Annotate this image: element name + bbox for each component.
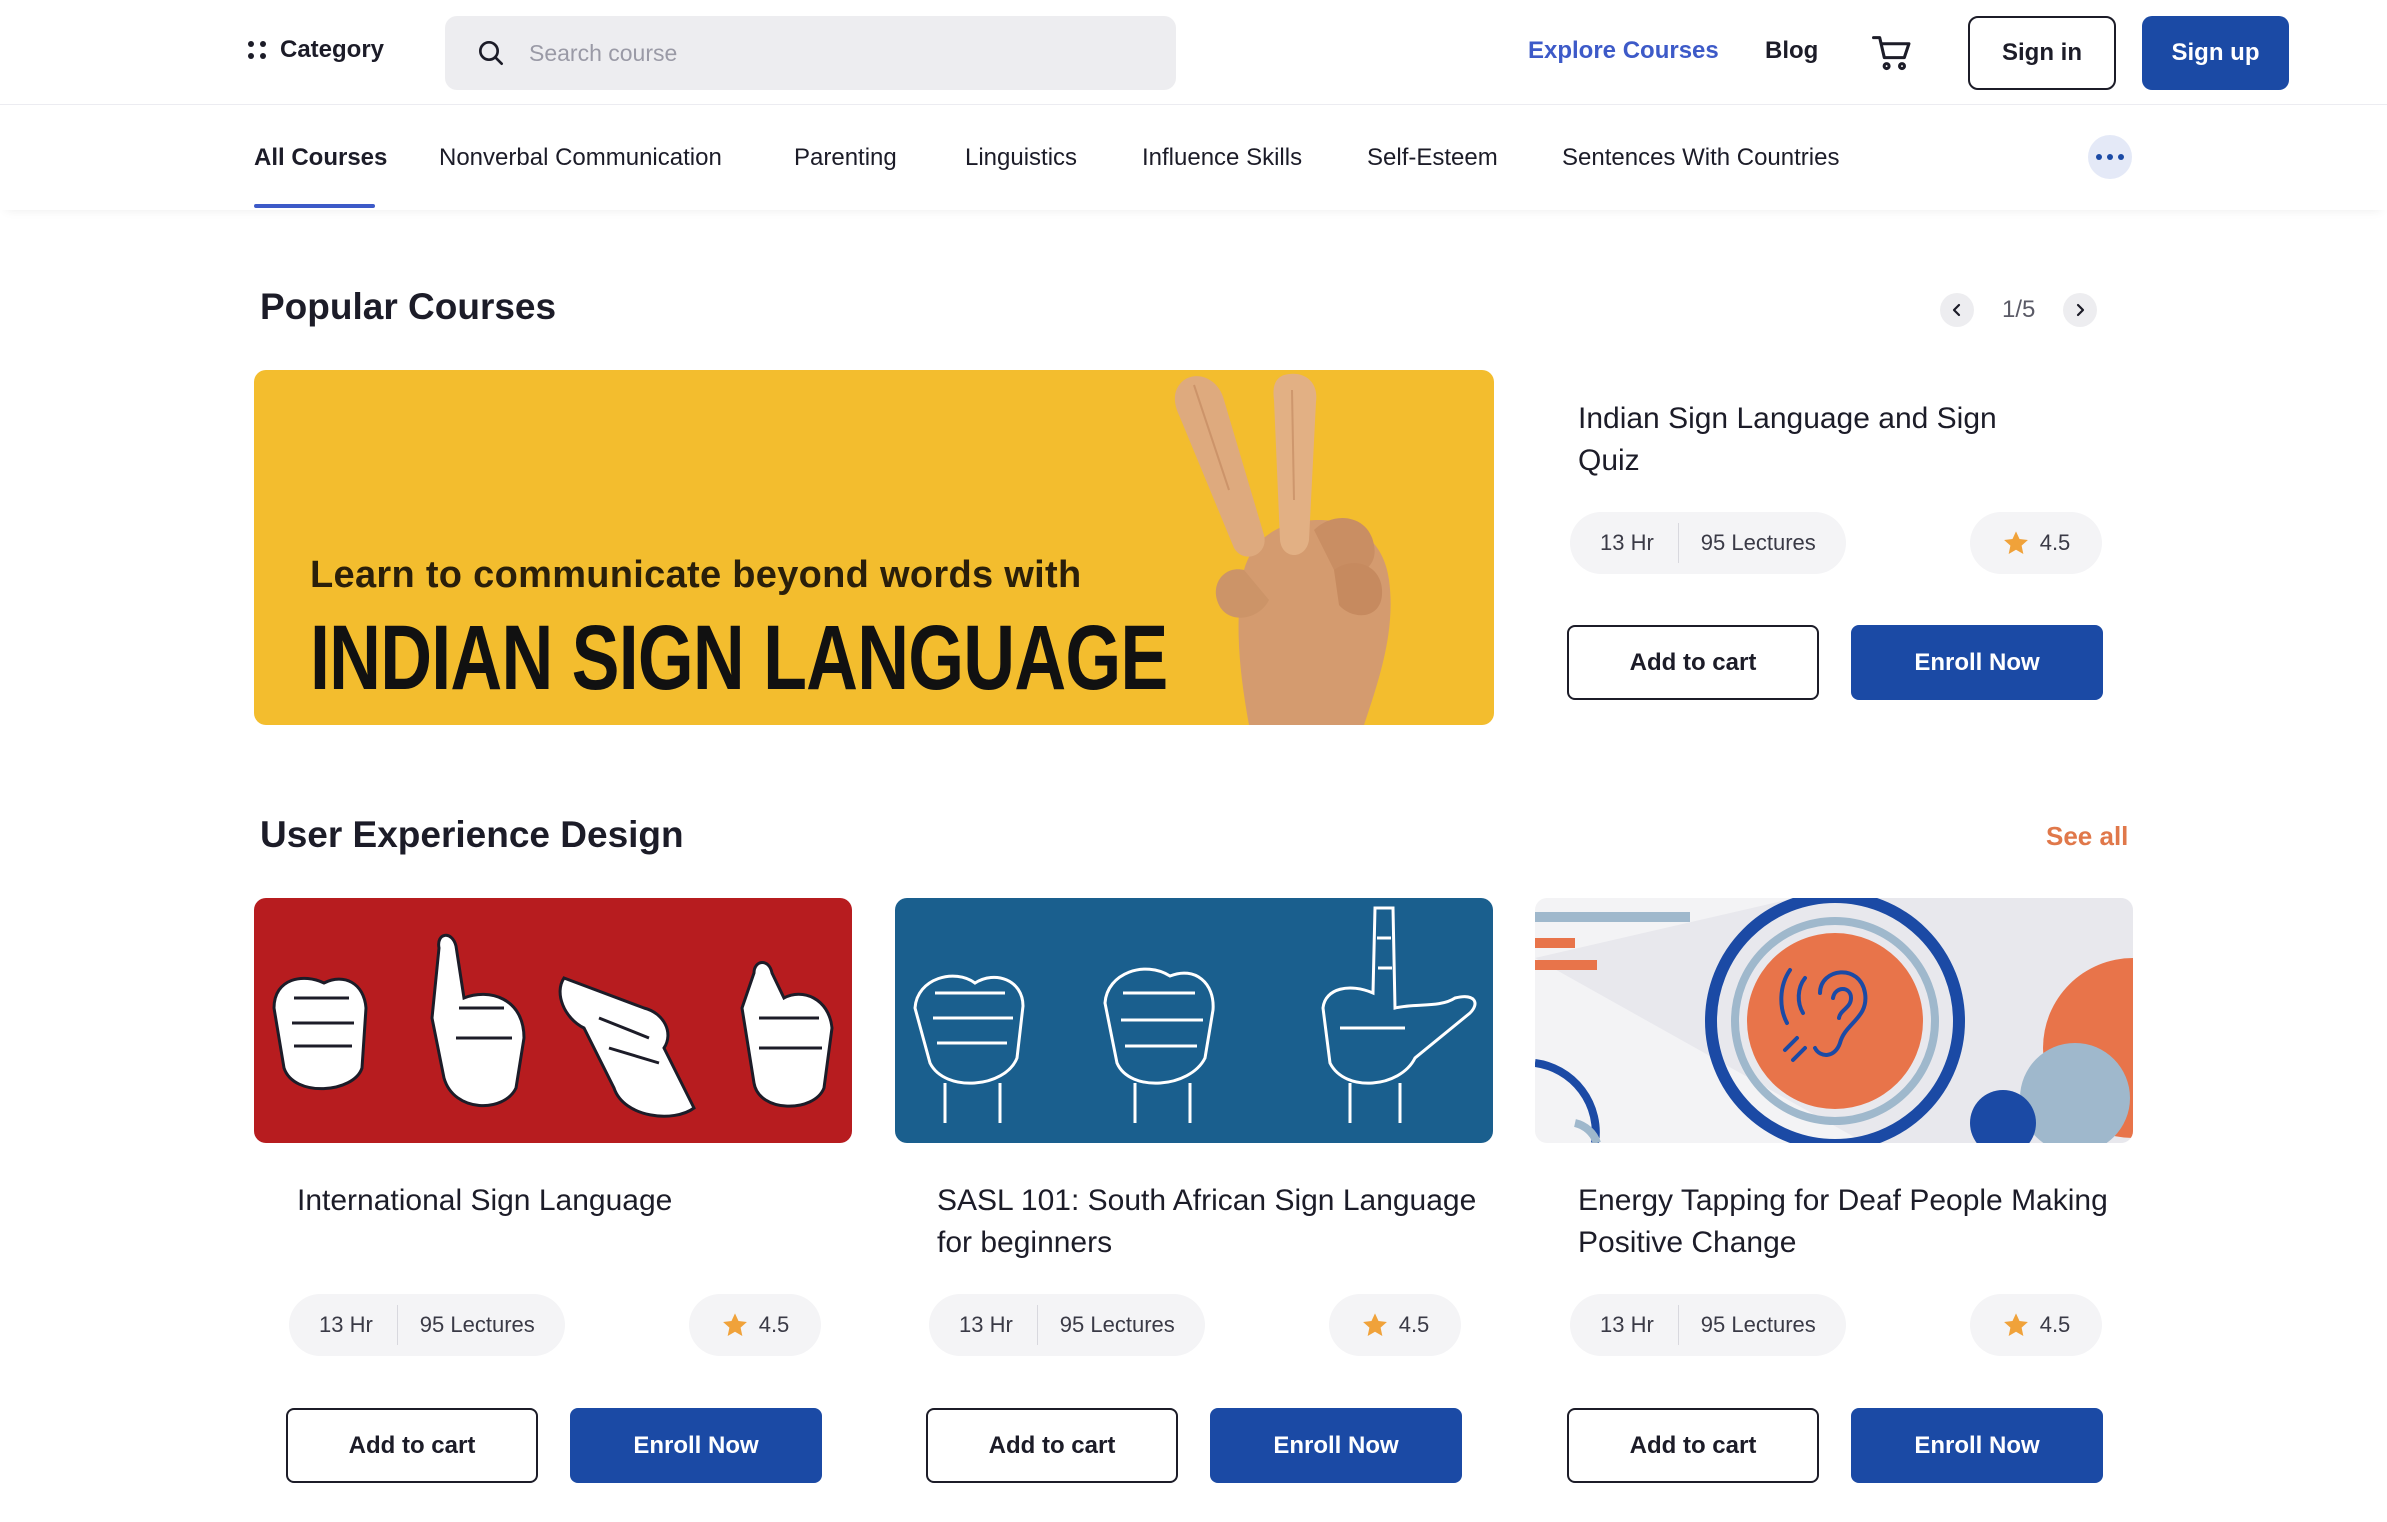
- star-icon: [722, 1313, 747, 1336]
- rating-value: 4.5: [1398, 1312, 1430, 1337]
- category-menu[interactable]: Category: [248, 36, 384, 64]
- enroll-now-button[interactable]: Enroll Now: [570, 1408, 822, 1483]
- enroll-now-button[interactable]: Enroll Now: [1851, 625, 2103, 700]
- tab-sentences-with-countries[interactable]: Sentences With Countries: [1562, 144, 1839, 172]
- course-thumbnail[interactable]: [895, 898, 1493, 1143]
- course-rating: 4.5: [1329, 1294, 1461, 1356]
- star-icon: [1362, 1313, 1387, 1336]
- blog-link[interactable]: Blog: [1765, 37, 1818, 65]
- ux-section-title: User Experience Design: [260, 814, 684, 855]
- course-meta: 13 Hr 95 Lectures: [289, 1294, 565, 1356]
- carousel-pager: 1/5: [1940, 293, 2098, 327]
- explore-courses-link[interactable]: Explore Courses: [1528, 37, 1719, 65]
- rating-value: 4.5: [758, 1312, 790, 1337]
- course-meta: 13 Hr 95 Lectures: [1570, 1294, 1846, 1356]
- course-lectures: 95 Lectures: [419, 1312, 535, 1337]
- course-title[interactable]: International Sign Language: [297, 1180, 857, 1222]
- sign-in-button[interactable]: Sign in: [1968, 16, 2116, 90]
- course-lectures: 95 Lectures: [1700, 530, 1816, 555]
- chevron-left-icon: [1952, 303, 1961, 317]
- course-title[interactable]: Energy Tapping for Deaf People Making Po…: [1578, 1180, 2138, 1264]
- grid-dots-icon: [248, 41, 266, 59]
- cart-icon[interactable]: [1872, 34, 1912, 72]
- hand-sign-image: [1174, 373, 1391, 725]
- course-rating: 4.5: [1970, 1294, 2102, 1356]
- popular-courses-title: Popular Courses: [260, 286, 557, 327]
- banner-tagline: Learn to communicate beyond words with: [310, 554, 1082, 596]
- enroll-now-button[interactable]: Enroll Now: [1851, 1408, 2103, 1483]
- course-title[interactable]: SASL 101: South African Sign Language fo…: [937, 1180, 1497, 1264]
- star-icon: [2003, 1313, 2028, 1336]
- rating-value: 4.5: [2039, 1312, 2071, 1337]
- more-dots-icon: [2096, 154, 2102, 160]
- hand-signs-image: [895, 898, 1493, 1143]
- rating-value: 4.5: [2039, 530, 2071, 555]
- course-lectures: 95 Lectures: [1059, 1312, 1175, 1337]
- course-meta: 13 Hr 95 Lectures: [1570, 512, 1846, 574]
- course-hours: 13 Hr: [1570, 523, 1679, 563]
- course-thumbnail[interactable]: [254, 898, 852, 1143]
- search-bar[interactable]: [445, 16, 1176, 90]
- tab-influence-skills[interactable]: Influence Skills: [1142, 144, 1302, 172]
- next-slide-button[interactable]: [2063, 293, 2098, 327]
- tab-self-esteem[interactable]: Self-Esteem: [1367, 144, 1498, 172]
- search-icon: [479, 41, 503, 65]
- add-to-cart-button[interactable]: Add to cart: [1567, 1408, 1819, 1483]
- tab-linguistics[interactable]: Linguistics: [965, 144, 1077, 172]
- popular-course-banner[interactable]: Learn to communicate beyond words with I…: [254, 370, 1494, 725]
- enroll-now-button[interactable]: Enroll Now: [1210, 1408, 1462, 1483]
- search-input[interactable]: [529, 39, 1129, 67]
- add-to-cart-button[interactable]: Add to cart: [926, 1408, 1178, 1483]
- course-thumbnail[interactable]: [1535, 898, 2133, 1143]
- more-tabs-button[interactable]: [2088, 135, 2132, 179]
- pager-indicator: 1/5: [2002, 296, 2036, 323]
- hand-signs-image: [254, 898, 852, 1143]
- add-to-cart-button[interactable]: Add to cart: [1567, 625, 1819, 700]
- category-tabs: All Courses Nonverbal Communication Pare…: [0, 106, 2387, 210]
- sign-up-button[interactable]: Sign up: [2142, 16, 2289, 90]
- tab-parenting[interactable]: Parenting: [794, 144, 897, 172]
- see-all-link[interactable]: See all: [2046, 821, 2128, 852]
- ear-illustration-image: [1535, 898, 2133, 1143]
- course-hours: 13 Hr: [1570, 1305, 1679, 1345]
- chevron-right-icon: [2077, 303, 2085, 317]
- top-navbar: Category Explore Courses Blog Sign in Si…: [0, 0, 2387, 105]
- tab-all-courses[interactable]: All Courses: [254, 144, 387, 172]
- course-lectures: 95 Lectures: [1700, 1312, 1816, 1337]
- active-tab-indicator: [254, 204, 375, 208]
- tab-nonverbal-communication[interactable]: Nonverbal Communication: [439, 144, 722, 172]
- course-rating: 4.5: [1970, 512, 2102, 574]
- course-meta: 13 Hr 95 Lectures: [929, 1294, 1205, 1356]
- star-icon: [2003, 531, 2028, 554]
- course-hours: 13 Hr: [289, 1305, 398, 1345]
- prev-slide-button[interactable]: [1940, 293, 1974, 327]
- course-rating: 4.5: [689, 1294, 821, 1356]
- category-label: Category: [280, 36, 385, 63]
- course-hours: 13 Hr: [929, 1305, 1038, 1345]
- popular-course-title[interactable]: Indian Sign Language and Sign Quiz: [1578, 398, 1998, 482]
- add-to-cart-button[interactable]: Add to cart: [286, 1408, 538, 1483]
